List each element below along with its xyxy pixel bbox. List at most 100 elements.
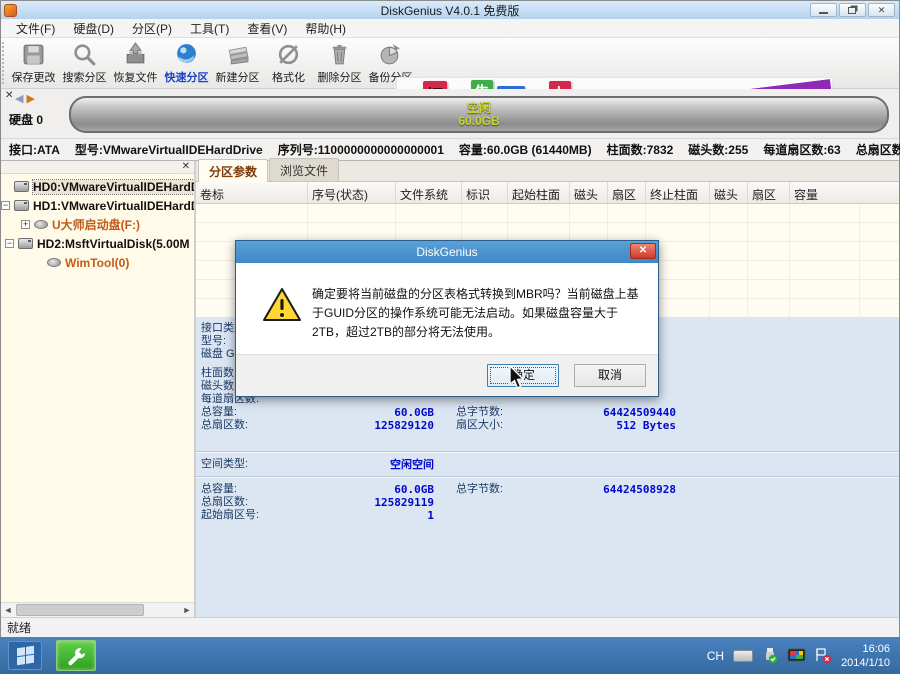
collapse-icon[interactable]: −	[1, 201, 10, 210]
menu-disk[interactable]: 硬盘(D)	[64, 18, 123, 39]
next-disk-arrow-icon[interactable]: ▶	[27, 93, 35, 105]
collapse-icon[interactable]: −	[5, 239, 14, 248]
quick-partition-icon	[174, 42, 199, 67]
keyboard-icon[interactable]	[733, 650, 753, 662]
network-status-icon[interactable]	[815, 647, 832, 664]
close-button[interactable]: ✕	[868, 3, 895, 17]
format-button[interactable]: 格式化	[263, 38, 314, 88]
col-sector: 扇区	[608, 182, 646, 203]
menu-partition[interactable]: 分区(P)	[123, 18, 181, 39]
partition-icon	[47, 258, 61, 267]
col-volume-label: 卷标	[196, 182, 308, 203]
scroll-left-icon[interactable]: ◄	[1, 604, 15, 617]
maximize-button[interactable]	[839, 3, 866, 17]
taskbar-app-diskgenius[interactable]	[56, 640, 96, 671]
info-model: 型号:VMwareVirtualIDEHardDrive	[75, 141, 263, 158]
tree-item-hd2[interactable]: − HD2:MsftVirtualDisk(5.00M	[1, 234, 194, 253]
new-partition-icon	[225, 42, 250, 67]
minimize-button[interactable]	[810, 3, 837, 17]
status-text: 就绪	[7, 619, 31, 636]
detail-value: 1	[301, 509, 434, 522]
expand-icon[interactable]: +	[21, 220, 30, 229]
space-bar-size: 60.0GB	[458, 115, 499, 128]
scrollbar-thumb[interactable]	[16, 604, 144, 616]
detail-label: 起始扇区号:	[201, 509, 301, 522]
col-filesystem: 文件系统	[396, 182, 462, 203]
col-sector-2: 扇区	[748, 182, 790, 203]
disk-icon	[14, 200, 29, 211]
scroll-right-icon[interactable]: ►	[180, 604, 194, 617]
language-indicator[interactable]: CH	[707, 649, 724, 663]
free-space-bar[interactable]: 空闲 60.0GB	[69, 96, 889, 133]
panel-close-icon[interactable]: ✕	[5, 91, 13, 101]
detail-value: 512 Bytes	[551, 419, 676, 432]
info-serial: 序列号:1100000000000000001	[278, 141, 444, 158]
backup-partition-icon	[378, 42, 403, 67]
dialog-close-button[interactable]: ✕	[630, 243, 656, 259]
space-bar-title: 空闲	[467, 102, 491, 115]
menu-help[interactable]: 帮助(H)	[296, 18, 355, 39]
quick-partition-button[interactable]: 快速分区	[161, 38, 212, 88]
date: 2014/1/10	[841, 656, 890, 670]
tree-horizontal-scrollbar[interactable]: ◄ ►	[1, 602, 194, 617]
tree-close-icon[interactable]: ✕	[182, 161, 190, 173]
menu-view[interactable]: 查看(V)	[238, 18, 296, 39]
close-icon: ✕	[639, 246, 647, 256]
title-bar: DiskGenius V4.0.1 免费版 ✕	[1, 1, 899, 19]
tab-partition-params[interactable]: 分区参数	[198, 159, 268, 182]
cancel-button[interactable]: 取消	[574, 364, 646, 387]
confirm-dialog: DiskGenius ✕ 确定要将当前磁盘的分区表格式转换到MBR吗？当前磁盘上…	[235, 240, 659, 397]
save-changes-button[interactable]: 保存更改	[8, 38, 59, 88]
recover-files-button[interactable]: 恢复文件	[110, 38, 161, 88]
tree-item-hd1[interactable]: − HD1:VMwareVirtualIDEHardD	[1, 196, 194, 215]
col-flag: 标识	[462, 182, 508, 203]
search-partition-button[interactable]: 搜索分区	[59, 38, 110, 88]
usb-device-icon[interactable]	[762, 647, 778, 664]
prev-disk-arrow-icon[interactable]: ◀	[15, 93, 23, 105]
col-head: 磁头	[570, 182, 608, 203]
mouse-cursor	[508, 365, 526, 391]
detail-label: 总字节数:	[456, 483, 551, 496]
window-title: DiskGenius V4.0.1 免费版	[1, 2, 899, 19]
info-heads: 磁头数:255	[688, 141, 748, 158]
delete-partition-icon	[327, 42, 352, 67]
info-total-sectors: 总扇区数:125829120	[856, 141, 900, 158]
search-icon	[72, 42, 97, 67]
col-head-2: 磁头	[710, 182, 748, 203]
menu-bar: 文件(F) 硬盘(D) 分区(P) 工具(T) 查看(V) 帮助(H)	[1, 19, 899, 38]
start-button[interactable]	[8, 641, 42, 670]
detail-value: 125829120	[301, 419, 434, 432]
dialog-button-row: 确定 取消	[236, 354, 658, 396]
menu-file[interactable]: 文件(F)	[7, 18, 64, 39]
tree-item-hd0[interactable]: HD0:VMwareVirtualIDEHardD	[1, 177, 194, 196]
delete-partition-button[interactable]: 删除分区	[314, 38, 365, 88]
detail-label: 总扇区数:	[201, 496, 301, 509]
disk-label: 硬盘 0	[9, 111, 43, 128]
detail-label: 总容量:	[201, 483, 301, 496]
dialog-title: DiskGenius	[416, 245, 477, 259]
detail-value: 64424509440	[551, 406, 676, 419]
desktop: DiskGenius V4.0.1 免费版 ✕ 文件(F) 硬盘(D) 分区(P…	[0, 0, 900, 674]
partition-icon	[34, 220, 48, 229]
info-interface: 接口:ATA	[9, 141, 60, 158]
dialog-message: 确定要将当前磁盘的分区表格式转换到MBR吗？当前磁盘上基于GUID分区的操作系统…	[312, 285, 642, 342]
system-tray: CH 16:06 2014/1/10	[707, 637, 894, 674]
detail-label: 总扇区数:	[201, 419, 301, 432]
detail-label: 空间类型:	[201, 458, 301, 471]
table-header-row: 卷标 序号(状态) 文件系统 标识 起始柱面 磁头 扇区 终止柱面 磁头 扇区 …	[196, 182, 899, 204]
display-icon[interactable]	[787, 648, 806, 664]
clock[interactable]: 16:06 2014/1/10	[841, 642, 894, 670]
new-partition-button[interactable]: 新建分区	[212, 38, 263, 88]
dialog-title-bar: DiskGenius ✕	[236, 241, 658, 263]
detail-value: 空闲空间	[301, 458, 434, 471]
col-start-cylinder: 起始柱面	[508, 182, 570, 203]
toolbar-grip	[2, 42, 7, 84]
menu-tools[interactable]: 工具(T)	[181, 18, 238, 39]
tree-item-udashi[interactable]: + U大师启动盘(F:)	[1, 215, 194, 234]
tab-browse-files[interactable]: 浏览文件	[269, 158, 339, 181]
warning-icon	[262, 287, 302, 323]
tree-panel-header: ✕	[1, 161, 194, 174]
wrench-icon	[66, 646, 86, 666]
col-capacity: 容量	[790, 182, 860, 203]
tree-item-wimtool[interactable]: WimTool(0)	[1, 253, 194, 272]
